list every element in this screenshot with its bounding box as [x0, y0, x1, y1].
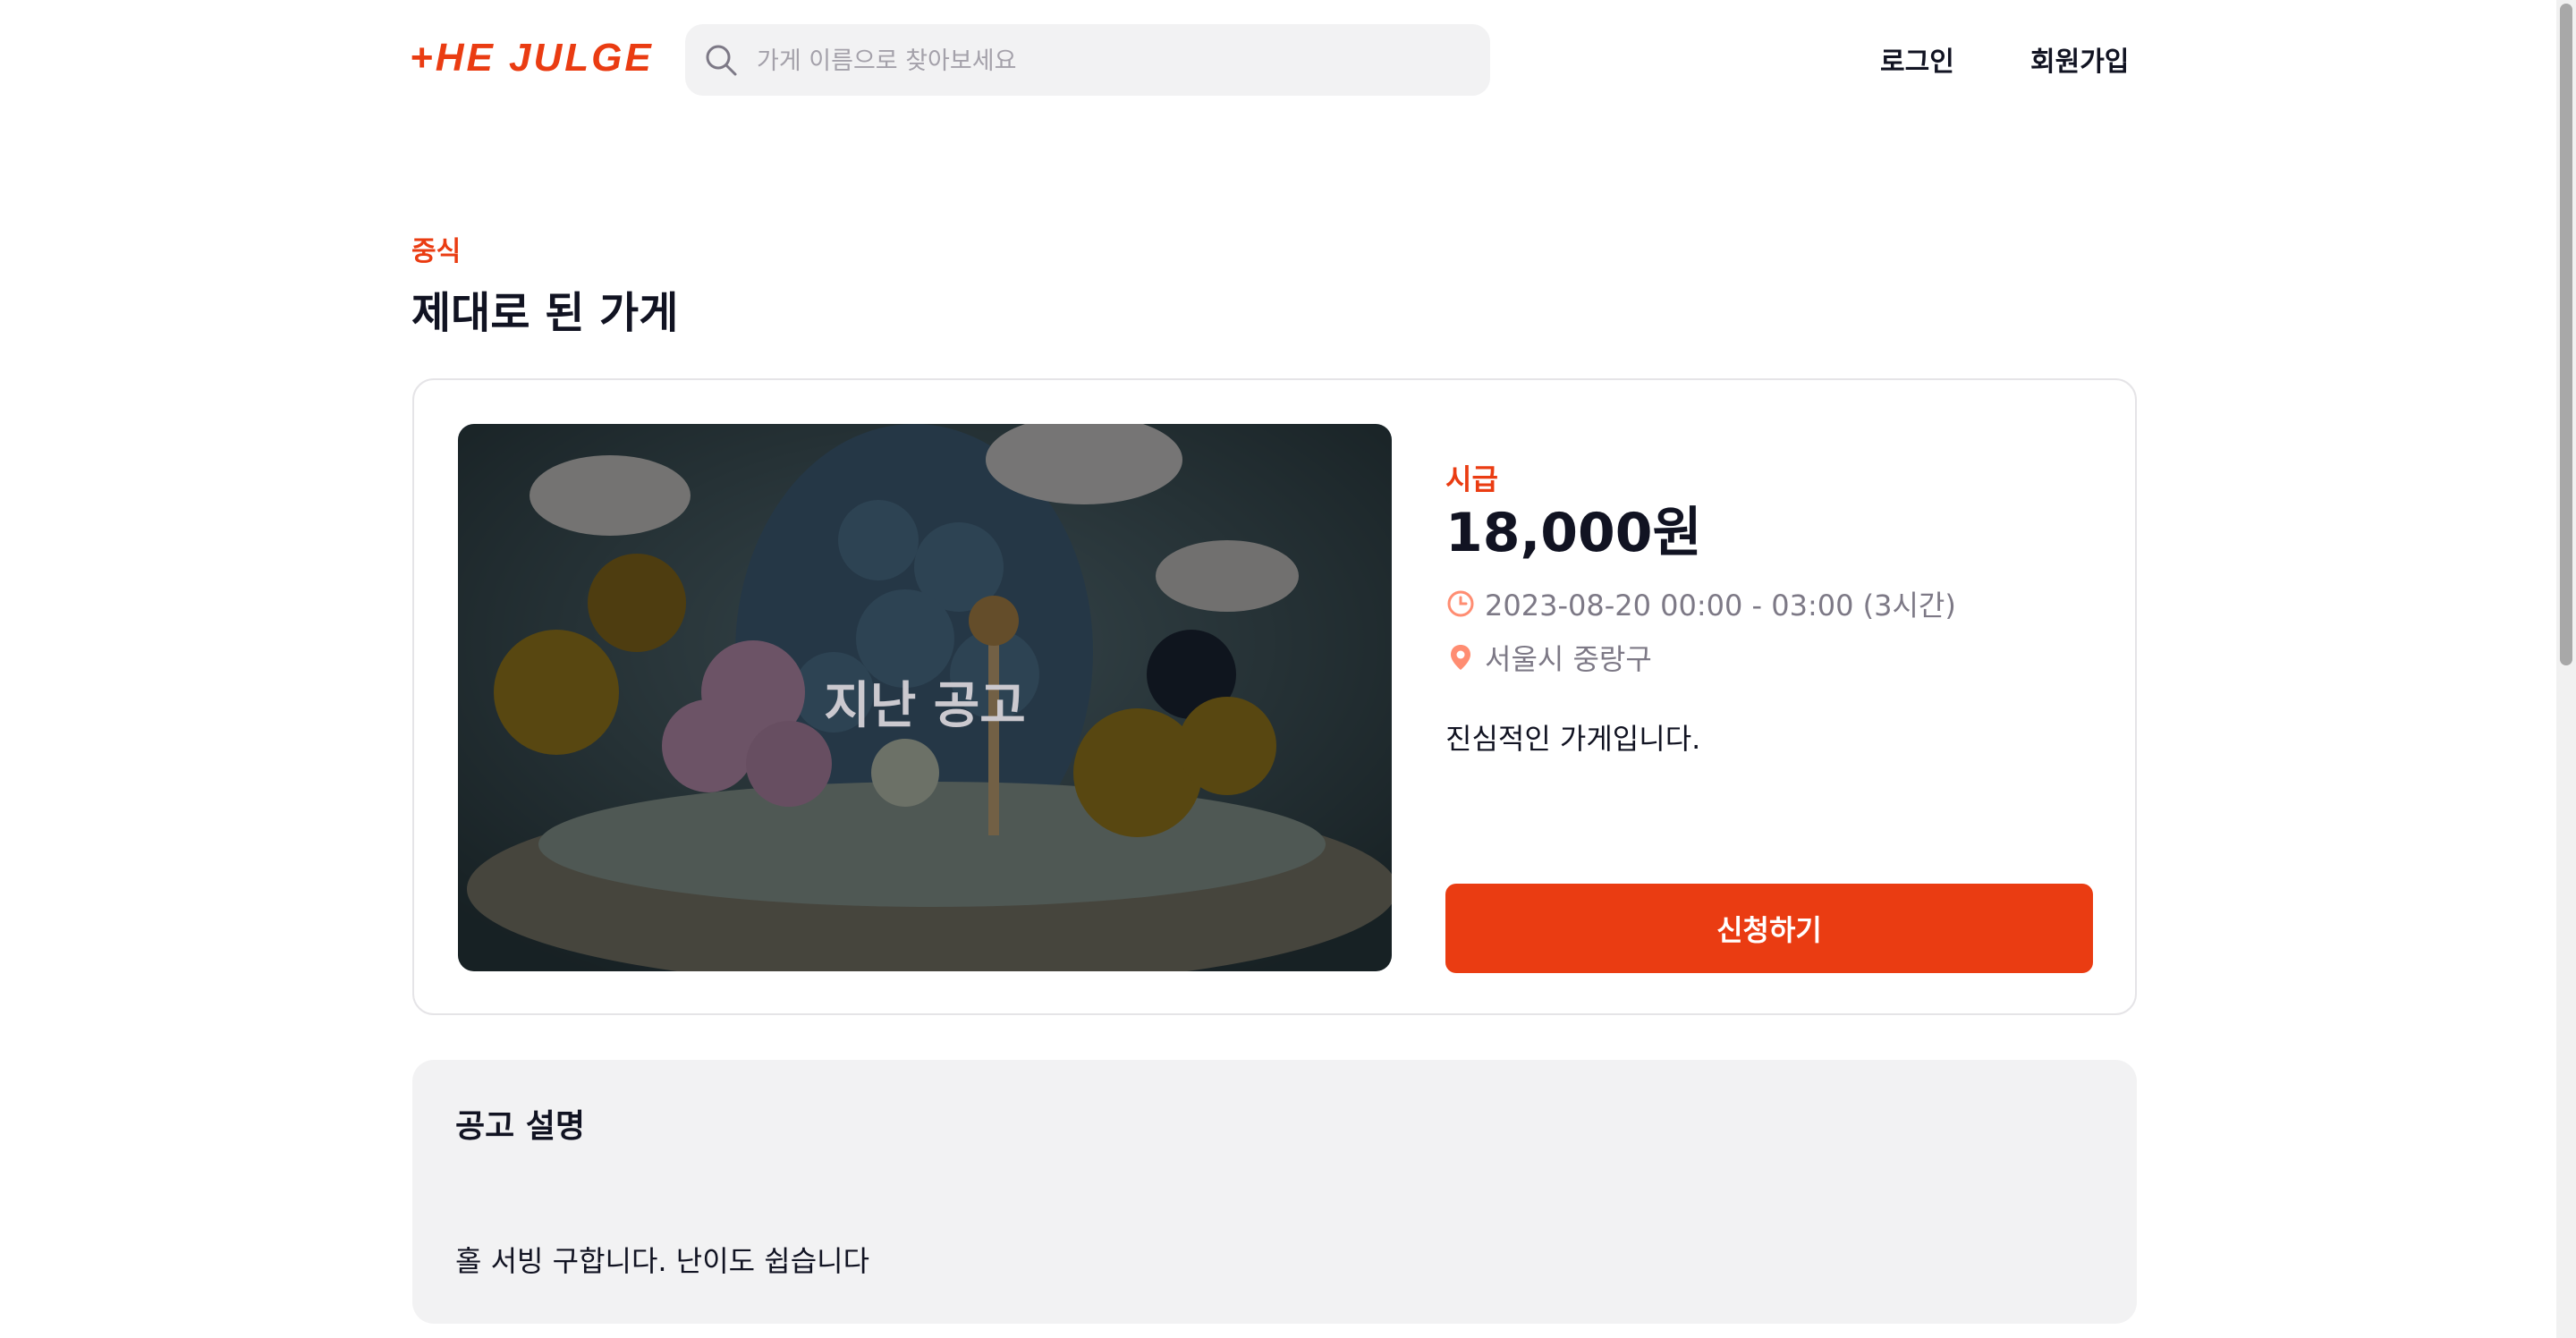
apply-button-container: 신청하기 — [1445, 884, 2093, 973]
signup-link[interactable]: 회원가입 — [2030, 39, 2129, 79]
notice-description-card: 공고 설명 홀 서빙 구합니다. 난이도 쉽습니다 — [412, 1060, 2137, 1324]
apply-button[interactable]: 신청하기 — [1445, 884, 2093, 973]
hourly-wage: 18,000원 — [1445, 502, 1702, 564]
search-input[interactable] — [755, 24, 1474, 97]
top-header: +HE JULGE 로그인 회원가입 — [0, 0, 2558, 116]
page-scrollbar[interactable] — [2556, 0, 2576, 1338]
clock-icon — [1447, 590, 1474, 617]
shop-description: 진심적인 가게입니다. — [1445, 722, 1701, 756]
description-title: 공고 설명 — [455, 1108, 586, 1145]
expired-notice-label: 지난 공고 — [824, 676, 1026, 735]
work-time: 2023-08-20 00:00 - 03:00 (3시간) — [1485, 589, 1956, 622]
scrollbar-thumb[interactable] — [2560, 4, 2572, 665]
location-row: 서울시 중랑구 — [1445, 637, 1652, 678]
search-icon — [706, 45, 737, 76]
location: 서울시 중랑구 — [1485, 642, 1652, 676]
page-title: 제대로 된 가게 — [411, 288, 679, 338]
shop-category: 중식 — [411, 236, 462, 267]
description-body: 홀 서빙 구합니다. 난이도 쉽습니다 — [455, 1244, 870, 1278]
notice-card: 지난 공고 시급 18,000원 2023-08-20 00:00 - 03:0… — [412, 378, 2137, 1015]
search-bar[interactable] — [685, 24, 1490, 97]
logo[interactable]: +HE JULGE — [410, 36, 654, 80]
location-pin-icon — [1451, 645, 1470, 670]
shop-image: 지난 공고 — [458, 424, 1392, 971]
login-link[interactable]: 로그인 — [1880, 39, 1954, 79]
work-time-row: 2023-08-20 00:00 - 03:00 (3시간) — [1445, 583, 1956, 624]
